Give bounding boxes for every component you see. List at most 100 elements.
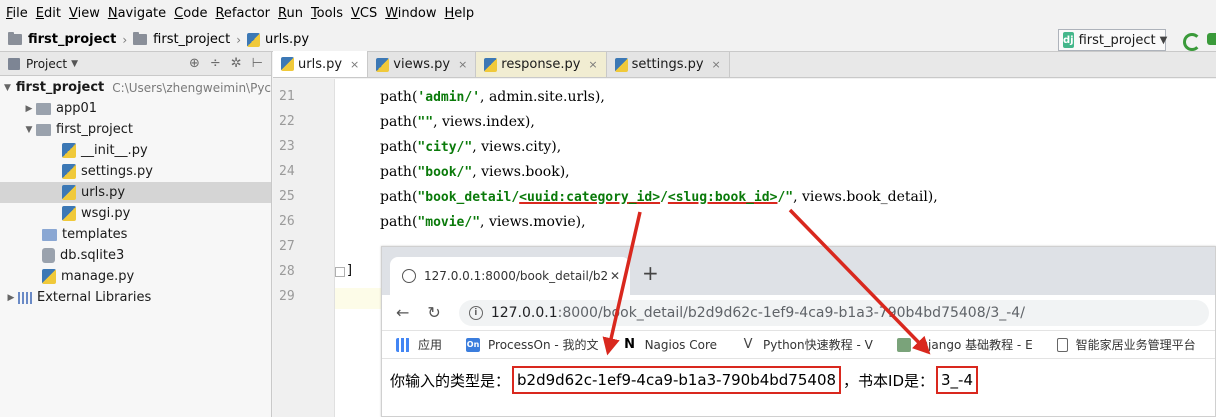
run-configuration-dropdown[interactable]: dj first_project ▼ — [1058, 29, 1167, 51]
folder-icon — [8, 32, 22, 45]
line-number: 22 — [279, 114, 295, 129]
bookmark-python[interactable]: V Python快速教程 - V — [741, 336, 873, 353]
project-panel-title[interactable]: Project — [26, 57, 67, 71]
bookmark-django[interactable]: Django 基础教程 - E — [896, 336, 1033, 353]
line-number-gutter: 21 22 23 24 25 26 27 28 29 — [273, 79, 335, 417]
target-icon[interactable]: ⊕ — [189, 56, 200, 71]
chevron-right-icon[interactable]: ▶ — [22, 104, 36, 114]
bookmark-processon[interactable]: On ProcessOn - 我的文 — [466, 336, 599, 353]
chevron-down-icon[interactable]: ▼ — [71, 59, 78, 69]
code-string: "book_detail/ — [417, 190, 520, 205]
tree-item-templates[interactable]: templates — [0, 224, 271, 245]
info-icon[interactable]: i — [468, 305, 483, 320]
vamei-icon: V — [743, 337, 753, 352]
tree-item-init[interactable]: __init__.py — [0, 140, 271, 161]
bookmark-apps[interactable]: 应用 — [396, 336, 442, 353]
menu-label: un — [286, 6, 303, 21]
browser-toolbar: ← ↻ i 127.0.0.1:8000/book_detail/b2d9d62… — [382, 295, 1215, 331]
menu-mnemonic: V — [68, 6, 78, 21]
bookmark-nagios[interactable]: N Nagios Core — [623, 337, 718, 352]
tree-item-first-project[interactable]: ▼ first_project — [0, 119, 271, 140]
back-icon[interactable]: ← — [396, 303, 409, 322]
tab-response[interactable]: response.py × — [476, 52, 607, 77]
fold-icon[interactable] — [335, 267, 345, 277]
new-tab-icon[interactable]: + — [642, 261, 659, 285]
python-file-icon — [247, 32, 260, 47]
collapse-icon[interactable]: ÷ — [210, 56, 221, 71]
gear-icon[interactable]: ✲ — [231, 56, 242, 71]
menu-mnemonic: E — [35, 6, 44, 21]
menu-navigate[interactable]: Navigate — [106, 0, 172, 28]
tree-item-label: __init__.py — [81, 143, 148, 158]
tree-item-settings[interactable]: settings.py — [0, 161, 271, 182]
code-string: "city/" — [417, 140, 473, 155]
tab-urls[interactable]: urls.py × — [273, 51, 369, 77]
tree-item-db[interactable]: db.sqlite3 — [0, 245, 271, 266]
folder-icon — [133, 32, 148, 45]
close-icon[interactable]: × — [712, 58, 721, 71]
tab-settings[interactable]: settings.py × — [606, 52, 730, 77]
tree-item-root[interactable]: ▼ first_project C:\Users\zhengweimin\Pyc — [0, 77, 271, 98]
menu-window[interactable]: Window — [383, 0, 442, 28]
menu-edit[interactable]: Edit — [34, 0, 67, 28]
menu-refactor[interactable]: Refactor — [213, 0, 276, 28]
menu-run[interactable]: Run — [276, 0, 309, 28]
chevron-right-icon: › — [122, 32, 128, 47]
code-token: , views.movie), — [480, 214, 586, 230]
python-file-icon — [484, 57, 498, 72]
tree-item-external-libraries[interactable]: ▶ External Libraries — [0, 287, 271, 308]
tree-item-label: manage.py — [61, 269, 135, 284]
tree-item-label: templates — [62, 227, 128, 242]
book-id-value: 3_-4 — [936, 366, 979, 394]
menu-label: ode — [183, 6, 208, 21]
chevron-down-icon[interactable]: ▼ — [22, 125, 36, 135]
tree-item-label: first_project — [15, 80, 105, 95]
address-bar[interactable]: i 127.0.0.1:8000/book_detail/b2d9d62c-1e… — [458, 299, 1209, 326]
menu-file[interactable]: File — [4, 0, 34, 28]
menu-label: efactor — [223, 6, 270, 21]
breadcrumb-item-project[interactable]: first_project — [28, 32, 116, 47]
line-number: 27 — [279, 239, 295, 254]
tab-views[interactable]: views.py × — [368, 52, 477, 77]
code-string-uuid-converter: <uuid:category_id> — [519, 190, 661, 205]
menu-mnemonic: W — [385, 6, 398, 21]
tree-item-label: wsgi.py — [81, 206, 131, 221]
bookmark-smart-home[interactable]: 智能家居业务管理平台 — [1056, 336, 1196, 353]
django-bookmark-icon — [896, 337, 911, 352]
python-file-icon — [62, 185, 76, 200]
menu-code[interactable]: Code — [172, 0, 213, 28]
browser-window: 127.0.0.1:8000/book_detail/b2 ✕ + ← ↻ i … — [381, 246, 1216, 417]
close-icon[interactable]: × — [350, 58, 359, 71]
code-token: path( — [380, 139, 418, 155]
close-icon[interactable]: × — [458, 58, 467, 71]
code-string: "book/" — [417, 165, 473, 180]
python-file-icon — [62, 143, 76, 158]
tree-item-manage[interactable]: manage.py — [0, 266, 271, 287]
tree-item-urls[interactable]: urls.py — [0, 182, 271, 203]
breadcrumb-item-package[interactable]: first_project — [153, 32, 230, 47]
tree-item-app01[interactable]: ▶ app01 — [0, 98, 271, 119]
chevron-down-icon[interactable]: ▼ — [4, 83, 11, 93]
code-line-26: path("movie/", views.movie), — [380, 214, 586, 230]
menu-mnemonic: C — [174, 6, 184, 21]
browser-tab[interactable]: 127.0.0.1:8000/book_detail/b2 ✕ — [390, 257, 630, 295]
rerun-icon[interactable] — [1180, 31, 1201, 51]
editor-tabs: urls.py × views.py × response.py × setti… — [273, 51, 1216, 78]
tree-item-label: app01 — [56, 101, 98, 116]
line-number: 21 — [279, 89, 295, 104]
close-icon[interactable]: ✕ — [610, 269, 620, 283]
database-icon — [42, 248, 55, 263]
menu-tools[interactable]: Tools — [309, 0, 349, 28]
run-icon[interactable] — [1204, 31, 1216, 49]
hide-icon[interactable]: ⊢ — [252, 56, 263, 71]
menu-help[interactable]: Help — [443, 0, 481, 28]
menu-view[interactable]: View — [67, 0, 106, 28]
menu-mnemonic: N — [107, 6, 118, 21]
reload-icon[interactable]: ↻ — [427, 303, 440, 322]
bookmark-label: Nagios Core — [644, 337, 718, 352]
breadcrumb-item-file[interactable]: urls.py — [265, 32, 309, 47]
close-icon[interactable]: × — [588, 58, 597, 71]
chevron-right-icon[interactable]: ▶ — [4, 293, 18, 303]
tree-item-wsgi[interactable]: wsgi.py — [0, 203, 271, 224]
menu-vcs[interactable]: VCS — [349, 0, 383, 28]
